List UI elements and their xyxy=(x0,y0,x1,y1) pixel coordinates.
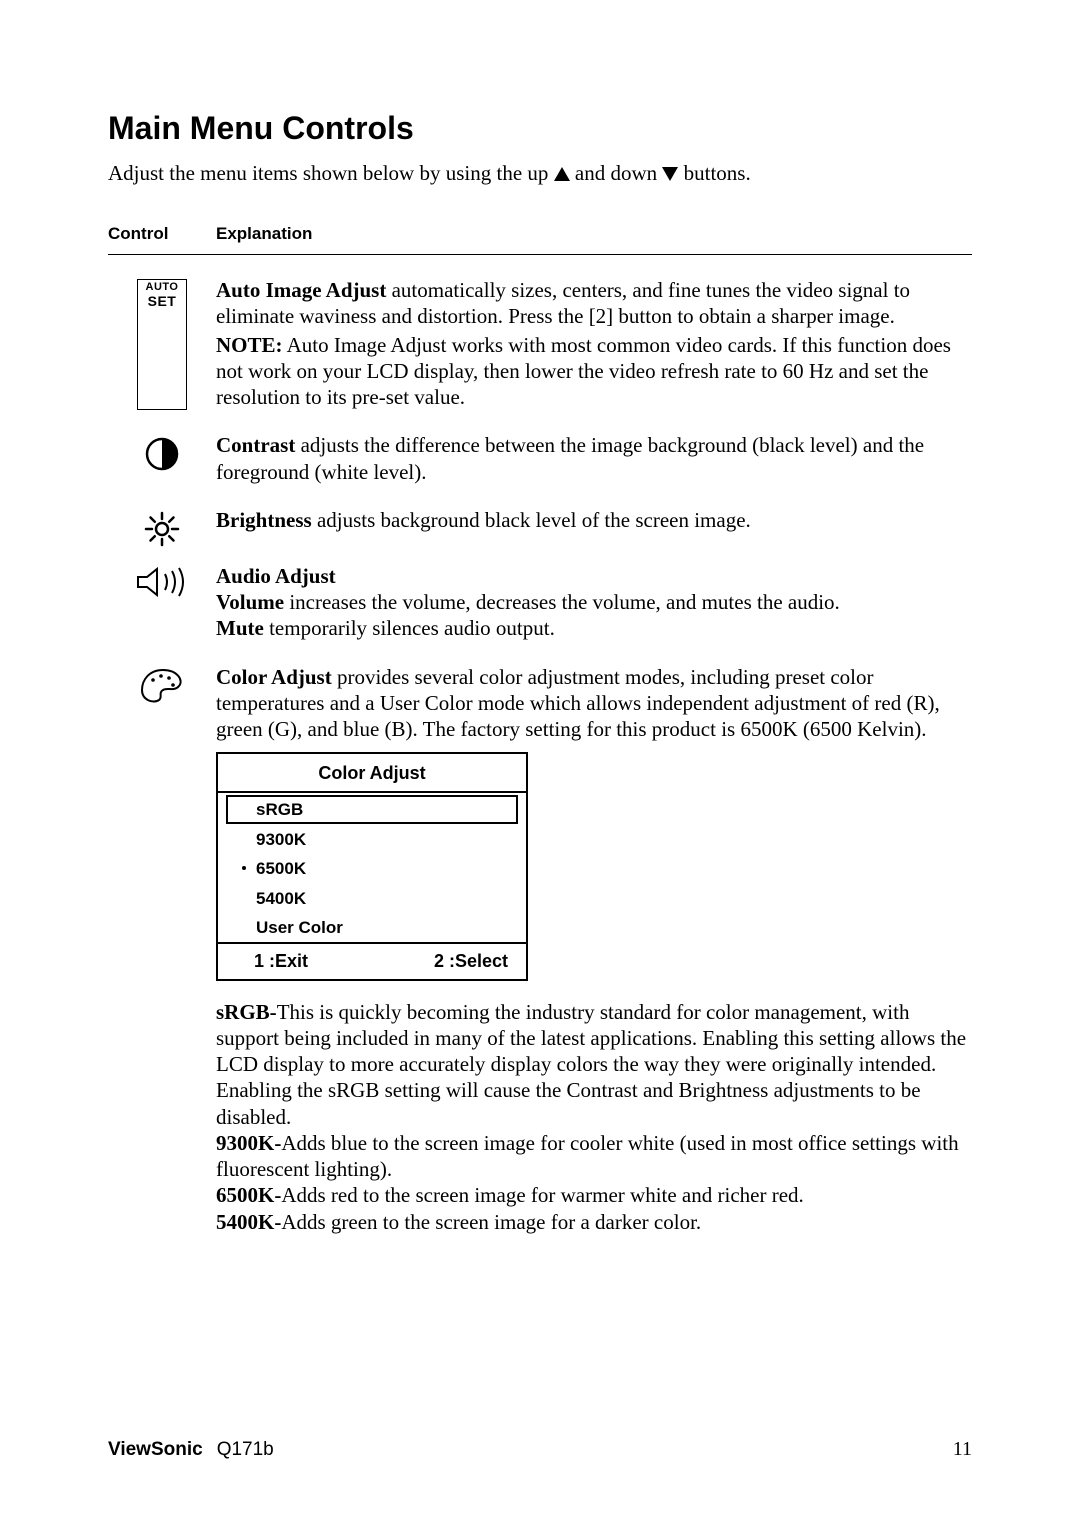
palette-icon xyxy=(139,666,185,706)
auto-label: AUTO xyxy=(140,282,184,294)
osd-item-usercolor: User Color xyxy=(218,913,526,942)
k9300-label: 9300K- xyxy=(216,1131,281,1155)
brightness-title: Brightness xyxy=(216,508,312,532)
brightness-icon xyxy=(142,509,182,549)
page-footer: ViewSonic Q171b 11 xyxy=(108,1438,972,1461)
contrast-icon xyxy=(142,434,182,474)
osd-item-srgb: sRGB xyxy=(226,795,518,824)
contrast-desc: adjusts the difference between the image… xyxy=(216,433,924,483)
volume-desc: increases the volume, decreases the volu… xyxy=(284,590,840,614)
osd-item-6500k: 6500K xyxy=(218,854,526,883)
mute-title: Mute xyxy=(216,616,264,640)
set-label: SET xyxy=(140,294,184,309)
osd-item-label: sRGB xyxy=(256,800,303,819)
row-auto-image-adjust: AUTO SET Auto Image Adjust automatically… xyxy=(108,277,972,410)
osd-color-adjust: Color Adjust sRGB 9300K 6500K 5400K User… xyxy=(216,752,528,980)
osd-exit: 1 :Exit xyxy=(254,950,434,973)
osd-item-label: 6500K xyxy=(256,859,306,878)
osd-item-label: 9300K xyxy=(256,830,306,849)
brand-name: ViewSonic xyxy=(108,1439,203,1461)
brightness-desc: adjusts background black level of the sc… xyxy=(312,508,751,532)
up-arrow-icon xyxy=(554,167,570,181)
contrast-title: Contrast xyxy=(216,433,295,457)
note-text: Auto Image Adjust works with most common… xyxy=(216,333,951,410)
dot-icon xyxy=(242,866,246,870)
intro-text: Adjust the menu items shown below by usi… xyxy=(108,161,972,186)
osd-item-5400k: 5400K xyxy=(218,884,526,913)
page-number: 11 xyxy=(953,1438,972,1461)
k5400-label: 5400K- xyxy=(216,1210,281,1234)
speaker-icon xyxy=(135,565,189,599)
note-label: NOTE: xyxy=(216,333,283,357)
k6500-desc: Adds red to the screen image for warmer … xyxy=(281,1183,803,1207)
osd-item-label: 5400K xyxy=(256,889,306,908)
table-header: Control Explanation xyxy=(108,224,972,255)
color-title: Color Adjust xyxy=(216,665,332,689)
page-title: Main Menu Controls xyxy=(108,110,972,147)
auto-title: Auto Image Adjust xyxy=(216,278,386,302)
srgb-desc: This is quickly becoming the industry st… xyxy=(216,1000,966,1129)
osd-select: 2 :Select xyxy=(434,950,508,973)
k5400-desc: Adds green to the screen image for a dar… xyxy=(281,1210,701,1234)
auto-set-icon: AUTO SET xyxy=(137,279,187,410)
intro-c: buttons. xyxy=(678,161,750,185)
k6500-label: 6500K- xyxy=(216,1183,281,1207)
row-brightness: Brightness adjusts background black leve… xyxy=(108,507,972,549)
intro-b: and down xyxy=(570,161,663,185)
mute-desc: temporarily silences audio output. xyxy=(264,616,555,640)
row-color-adjust: Color Adjust provides several color adju… xyxy=(108,664,972,1235)
osd-title: Color Adjust xyxy=(218,754,526,793)
intro-a: Adjust the menu items shown below by usi… xyxy=(108,161,554,185)
osd-item-9300k: 9300K xyxy=(218,825,526,854)
th-explanation: Explanation xyxy=(216,224,972,244)
th-control: Control xyxy=(108,224,216,244)
model-name: Q171b xyxy=(217,1439,274,1461)
row-audio-adjust: Audio Adjust Volume increases the volume… xyxy=(108,563,972,642)
audio-heading: Audio Adjust xyxy=(216,563,972,589)
down-arrow-icon xyxy=(662,167,678,181)
row-contrast: Contrast adjusts the difference between … xyxy=(108,432,972,485)
volume-title: Volume xyxy=(216,590,284,614)
srgb-label: sRGB- xyxy=(216,1000,277,1024)
k9300-desc: Adds blue to the screen image for cooler… xyxy=(216,1131,959,1181)
osd-item-label: User Color xyxy=(256,918,343,937)
